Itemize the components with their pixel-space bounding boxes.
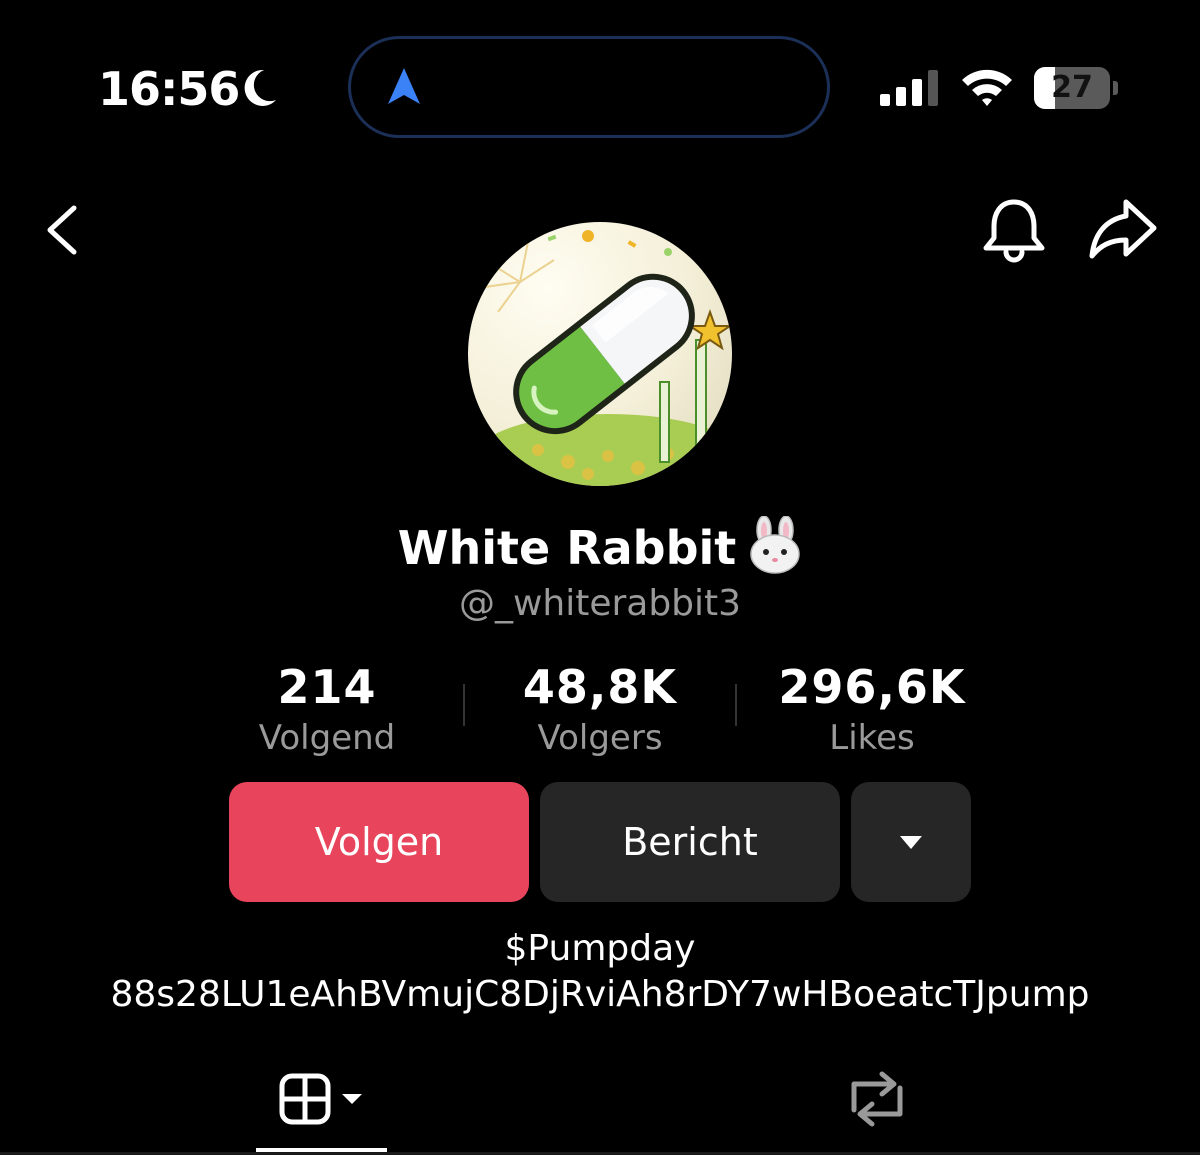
display-name: White Rabbit [397,521,737,575]
follow-button[interactable]: Volgen [229,782,529,902]
rabbit-face-icon [750,516,801,574]
wifi-icon [962,69,1012,106]
message-button[interactable]: Bericht [540,782,840,902]
bio-line: 88s28LU1eAhBVmujC8DjRviAh8rDY7wHBoeatcTJ… [110,974,1090,1015]
message-button-label: Bericht [622,820,758,864]
navigation-arrow-icon [388,68,420,104]
stat-following[interactable]: 214 Volgend [192,658,462,760]
status-time: 16:56 [98,62,240,116]
bell-icon[interactable] [978,196,1050,264]
stat-likes[interactable]: 296,6K Likes [737,658,1007,760]
battery-level: 27 [1051,70,1093,105]
share-icon[interactable] [1086,196,1160,262]
stat-value: 48,8K [522,660,678,714]
repost-icon[interactable] [840,1066,914,1132]
profile-handle: @_whiterabbit3 [458,583,742,624]
cellular-signal-icon [880,70,938,106]
stat-label: Volgend [258,718,396,758]
stat-value: 214 [277,660,377,714]
chevron-left-icon[interactable] [40,200,90,260]
stat-value: 296,6K [778,660,966,714]
pill-capsule-avatar[interactable] [468,222,732,486]
stat-label: Likes [829,718,915,758]
battery-indicator: 27 [1034,67,1118,109]
tab-videos[interactable] [256,1060,387,1155]
stat-followers[interactable]: 48,8K Volgers [465,658,735,760]
stat-label: Volgers [537,718,663,758]
follow-button-label: Volgen [314,820,444,864]
caret-down-icon [900,836,922,849]
bio-line: $Pumpday [504,928,696,969]
moon-icon [244,69,276,106]
grid-icon [279,1073,362,1125]
profile-name-row: White Rabbit [0,516,1200,578]
more-options-button[interactable] [851,782,971,902]
